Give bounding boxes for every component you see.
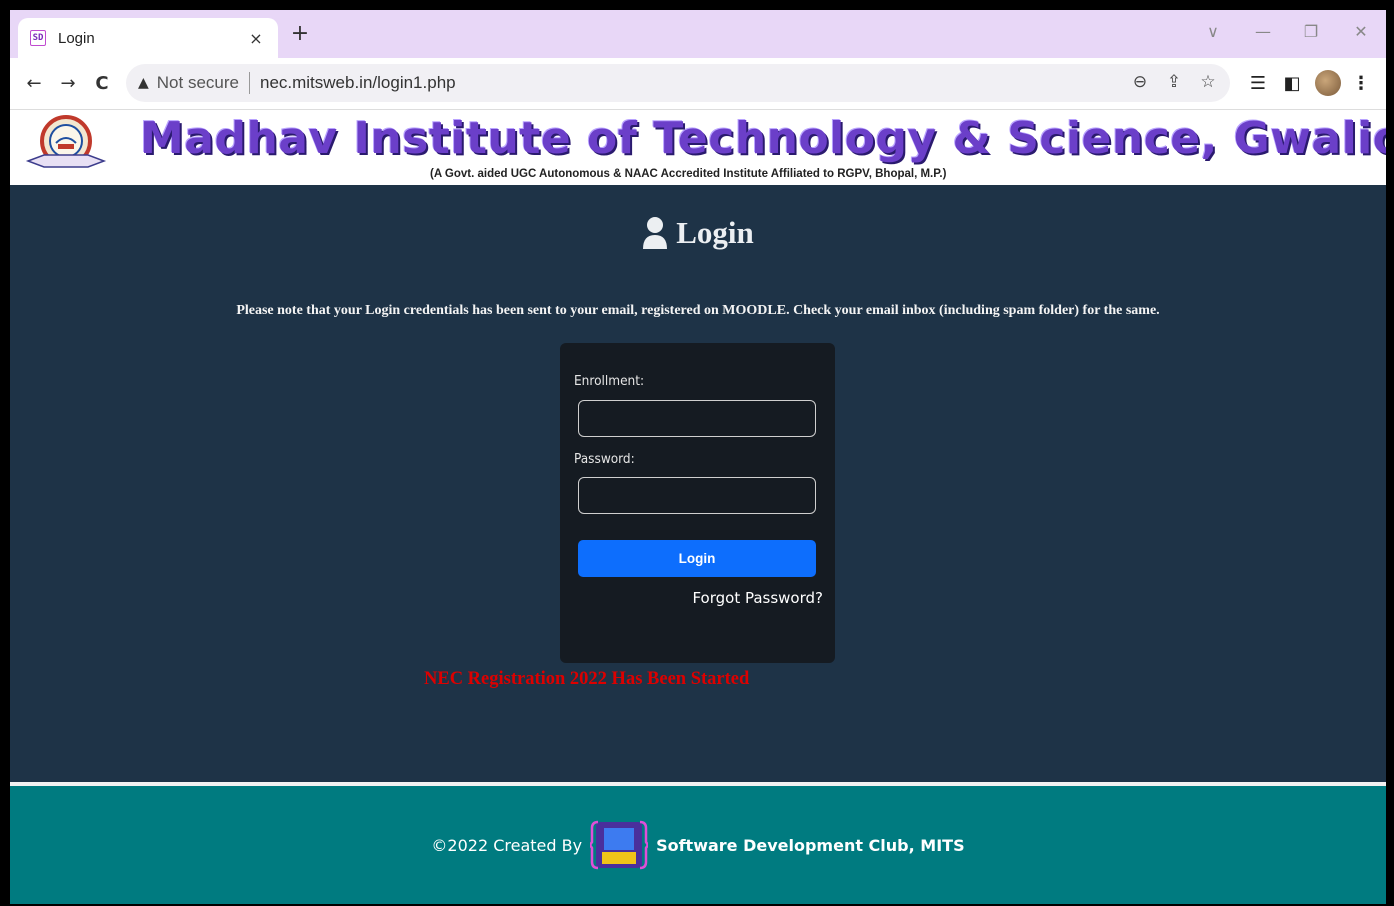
sd-club-logo-icon <box>590 820 649 870</box>
sd-club-favicon-icon: SD <box>30 30 46 46</box>
browser-window: SD Login × + ∨ — ❐ ✕ ← → C ▲ Not secure … <box>10 10 1386 904</box>
registration-announcement: NEC Registration 2022 Has Been Started <box>424 669 750 689</box>
enrollment-label: Enrollment: <box>574 373 645 389</box>
site-header: Madhav Institute of Technology & Science… <box>10 111 1386 185</box>
url-text[interactable]: nec.mitsweb.in/login1.php <box>260 73 456 93</box>
password-input[interactable] <box>578 477 816 514</box>
close-tab-icon[interactable]: × <box>246 29 266 48</box>
close-window-button[interactable]: ✕ <box>1346 22 1376 41</box>
tab-strip: SD Login × + ∨ — ❐ ✕ <box>10 10 1386 58</box>
new-tab-button[interactable]: + <box>288 22 312 46</box>
copyright-text: ©2022 Created By <box>431 835 583 855</box>
security-status[interactable]: Not secure <box>157 73 239 93</box>
tab-title: Login <box>58 29 95 47</box>
institute-subtitle: (A Govt. aided UGC Autonomous & NAAC Acc… <box>430 168 947 180</box>
side-panel-icon[interactable]: ◧ <box>1280 72 1304 96</box>
institute-emblem-icon <box>25 115 107 168</box>
zoom-icon[interactable]: ⊖ <box>1130 72 1150 92</box>
login-button[interactable]: Login <box>578 540 816 577</box>
menu-icon[interactable]: ⋮ <box>1349 72 1373 96</box>
institute-title: Madhav Institute of Technology & Science… <box>140 113 1386 164</box>
login-form: Enrollment: Password: Login Forgot Passw… <box>560 343 835 663</box>
forward-button[interactable]: → <box>56 72 80 96</box>
reload-button[interactable]: C <box>90 72 114 96</box>
reading-list-icon[interactable]: ☰ <box>1246 72 1270 96</box>
site-footer: ©2022 Created By Software Development Cl… <box>10 786 1386 904</box>
omnibox-icons: ⊖ ⇪ ☆ <box>1130 72 1218 92</box>
restore-button[interactable]: ❐ <box>1296 22 1326 41</box>
login-section: Login Please note that your Login creden… <box>10 185 1386 782</box>
share-icon[interactable]: ⇪ <box>1164 72 1184 92</box>
forgot-password-link[interactable]: Forgot Password? <box>692 589 823 607</box>
warning-icon: ▲ <box>138 75 149 91</box>
omnibox-separator <box>248 72 250 94</box>
enrollment-input[interactable] <box>578 400 816 437</box>
web-page: Madhav Institute of Technology & Science… <box>10 111 1386 904</box>
login-heading: Login <box>10 215 1386 251</box>
tab-login[interactable]: SD Login × <box>18 18 278 58</box>
user-icon <box>643 217 668 249</box>
bookmark-star-icon[interactable]: ☆ <box>1198 72 1218 92</box>
password-label: Password: <box>574 451 635 467</box>
credentials-notice: Please note that your Login credentials … <box>236 303 1160 318</box>
address-bar[interactable]: ▲ Not secure nec.mitsweb.in/login1.php ⊖… <box>126 64 1230 102</box>
browser-toolbar: ← → C ▲ Not secure nec.mitsweb.in/login1… <box>10 58 1386 110</box>
tab-search-icon[interactable]: ∨ <box>1198 22 1228 41</box>
club-name: Software Development Club, MITS <box>656 835 965 855</box>
back-button[interactable]: ← <box>22 72 46 96</box>
profile-avatar[interactable] <box>1315 70 1341 96</box>
minimize-button[interactable]: — <box>1248 22 1278 41</box>
login-heading-text: Login <box>676 215 754 250</box>
